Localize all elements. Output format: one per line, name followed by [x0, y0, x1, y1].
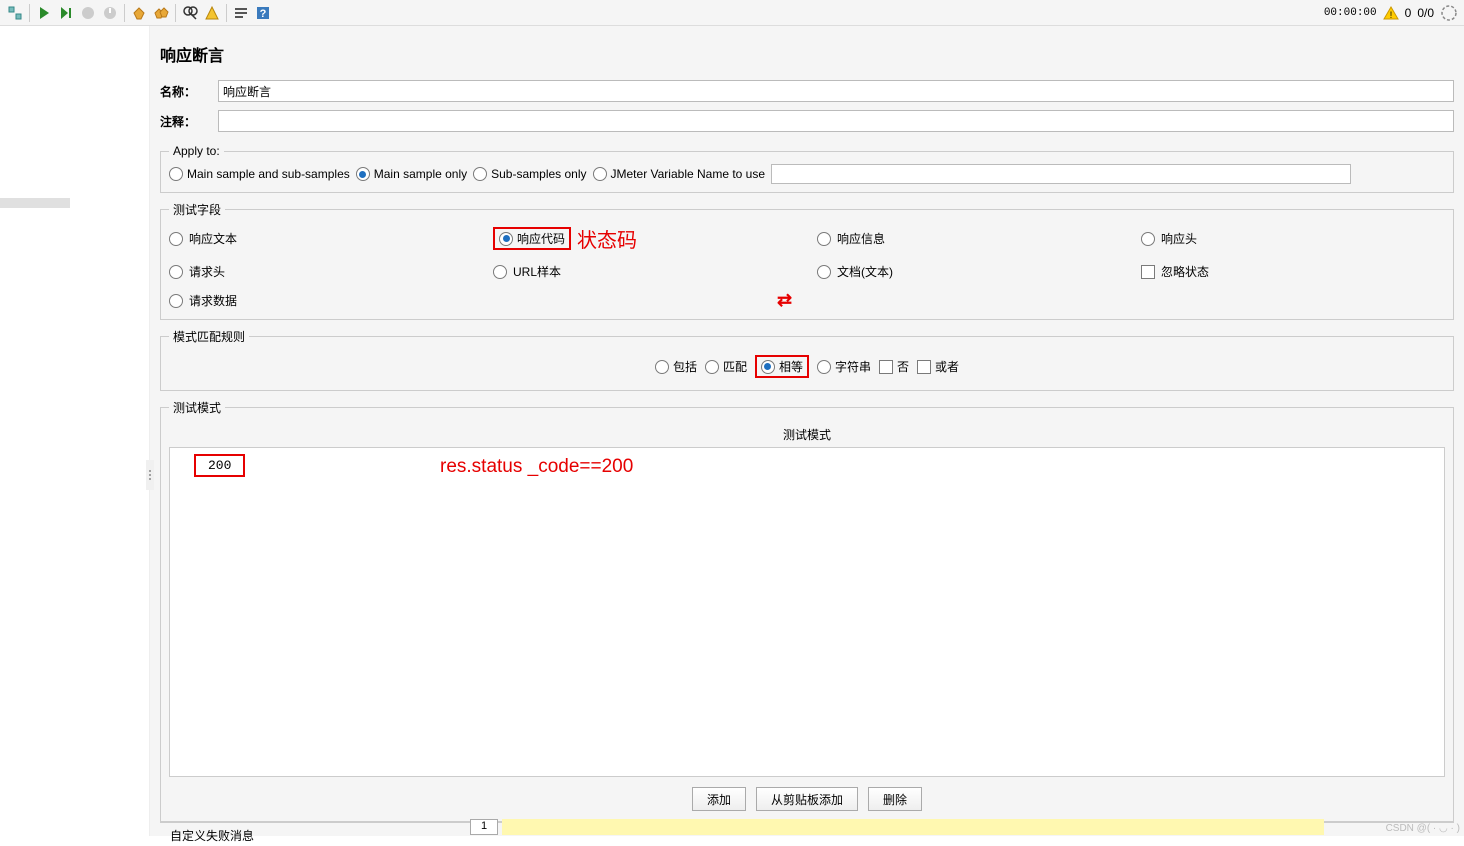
test-field-legend: 测试字段 — [169, 201, 225, 218]
help-icon[interactable]: ? — [252, 2, 274, 24]
panel-title: 响应断言 — [150, 26, 1464, 76]
checkbox-not[interactable]: 否 — [879, 358, 909, 375]
radio-response-code[interactable]: 响应代码 — [493, 227, 571, 250]
match-rule-fieldset: 模式匹配规则 包括 匹配 相等 字符串 否 或者 — [160, 328, 1454, 391]
comment-row: 注释： — [150, 106, 1464, 136]
radio-request-headers[interactable]: 请求头 — [169, 263, 473, 280]
apply-to-fieldset: Apply to: Main sample and sub-samples Ma… — [160, 144, 1454, 193]
warning-count: 0 — [1405, 6, 1412, 20]
radio-jmeter-var[interactable]: JMeter Variable Name to use — [593, 167, 766, 181]
stop-icon[interactable] — [77, 2, 99, 24]
thread-count: 0/0 — [1417, 6, 1434, 20]
pattern-annotation: res.status _code==200 — [440, 456, 633, 478]
match-rule-legend: 模式匹配规则 — [169, 328, 249, 345]
radio-url-sampled[interactable]: URL样本 — [493, 263, 797, 280]
start-no-pause-icon[interactable] — [55, 2, 77, 24]
comment-input[interactable] — [218, 110, 1454, 132]
warning-icon[interactable]: ! — [1383, 5, 1399, 21]
toolbar-right: 00:00:00 ! 0 0/0 — [1324, 4, 1458, 22]
comment-label: 注释： — [160, 113, 210, 130]
separator — [226, 4, 227, 22]
svg-text:?: ? — [260, 8, 267, 20]
name-input[interactable] — [218, 80, 1454, 102]
test-field-fieldset: 测试字段 响应文本 响应代码 状态码 响应信息 响应头 请求头 URL样本 文档… — [160, 201, 1454, 320]
add-from-clipboard-button[interactable]: 从剪贴板添加 — [756, 787, 858, 811]
add-button[interactable]: 添加 — [692, 787, 746, 811]
match-rule-options: 包括 匹配 相等 字符串 否 或者 — [169, 351, 1445, 382]
pattern-table-header: 测试模式 — [169, 422, 1445, 447]
variable-name-input[interactable] — [771, 164, 1351, 184]
footer-bar: 1 CSDN @( · ◡ · ) — [150, 818, 1464, 836]
clear-all-icon[interactable] — [150, 2, 172, 24]
apply-to-legend: Apply to: — [169, 144, 224, 158]
status-code-annotation: 状态码 — [577, 224, 637, 253]
apply-to-options: Main sample and sub-samples Main sample … — [169, 164, 1445, 184]
radio-matches[interactable]: 匹配 — [705, 358, 747, 375]
radio-request-data[interactable]: 请求数据 — [169, 290, 473, 311]
splitter-handle[interactable] — [146, 460, 154, 490]
tree-panel — [0, 26, 150, 836]
radio-response-message[interactable]: 响应信息 — [817, 224, 1121, 253]
test-pattern-legend: 测试模式 — [169, 399, 225, 416]
radio-sub-only[interactable]: Sub-samples only — [473, 167, 586, 181]
radio-main-only[interactable]: Main sample only — [356, 167, 467, 181]
separator — [29, 4, 30, 22]
shutdown-icon[interactable] — [99, 2, 121, 24]
radio-response-text[interactable]: 响应文本 — [169, 224, 473, 253]
radio-response-code-cell: 响应代码 状态码 — [493, 224, 797, 253]
tree-selection-indicator — [0, 198, 70, 208]
test-field-grid: 响应文本 响应代码 状态码 响应信息 响应头 请求头 URL样本 文档(文本) … — [169, 224, 1445, 311]
search-icon[interactable] — [179, 2, 201, 24]
radio-main-and-sub[interactable]: Main sample and sub-samples — [169, 167, 350, 181]
clear-icon[interactable] — [128, 2, 150, 24]
svg-text:!: ! — [1389, 10, 1392, 20]
test-pattern-fieldset: 测试模式 测试模式 200 res.status _code==200 添加 从… — [160, 399, 1454, 822]
watermark: CSDN @( · ◡ · ) — [1386, 823, 1460, 834]
function-helper-icon[interactable] — [230, 2, 252, 24]
delete-button[interactable]: 删除 — [868, 787, 922, 811]
toolbar: ? 00:00:00 ! 0 0/0 — [0, 0, 1464, 26]
timer: 00:00:00 — [1324, 7, 1377, 19]
start-icon[interactable] — [33, 2, 55, 24]
pattern-buttons: 添加 从剪贴板添加 删除 — [169, 777, 1445, 821]
reset-search-icon[interactable] — [201, 2, 223, 24]
pattern-value: 200 — [194, 454, 245, 477]
radio-document[interactable]: 文档(文本) — [817, 263, 1121, 280]
radio-contains[interactable]: 包括 — [655, 358, 697, 375]
footer-page-number: 1 — [470, 819, 498, 835]
name-label: 名称： — [160, 83, 210, 100]
pattern-table-body[interactable]: 200 res.status _code==200 — [169, 447, 1445, 777]
templates-icon[interactable] — [4, 2, 26, 24]
content-panel: 响应断言 名称： 注释： Apply to: Main sample and s… — [150, 26, 1464, 836]
separator — [124, 4, 125, 22]
radio-substring[interactable]: 字符串 — [817, 358, 871, 375]
toolbar-left: ? — [4, 2, 274, 24]
checkbox-ignore-status[interactable]: 忽略状态 — [1141, 263, 1445, 280]
radio-equals[interactable]: 相等 — [755, 355, 809, 378]
name-row: 名称： — [150, 76, 1464, 106]
radio-response-headers[interactable]: 响应头 — [1141, 224, 1445, 253]
separator — [175, 4, 176, 22]
gc-icon[interactable] — [1440, 4, 1458, 22]
main-area: 响应断言 名称： 注释： Apply to: Main sample and s… — [0, 26, 1464, 836]
pattern-row-0[interactable]: 200 — [194, 454, 245, 477]
footer-yellow-bar — [502, 819, 1324, 835]
red-arrows-annotation: ⇄ — [777, 290, 1121, 311]
checkbox-or[interactable]: 或者 — [917, 358, 959, 375]
